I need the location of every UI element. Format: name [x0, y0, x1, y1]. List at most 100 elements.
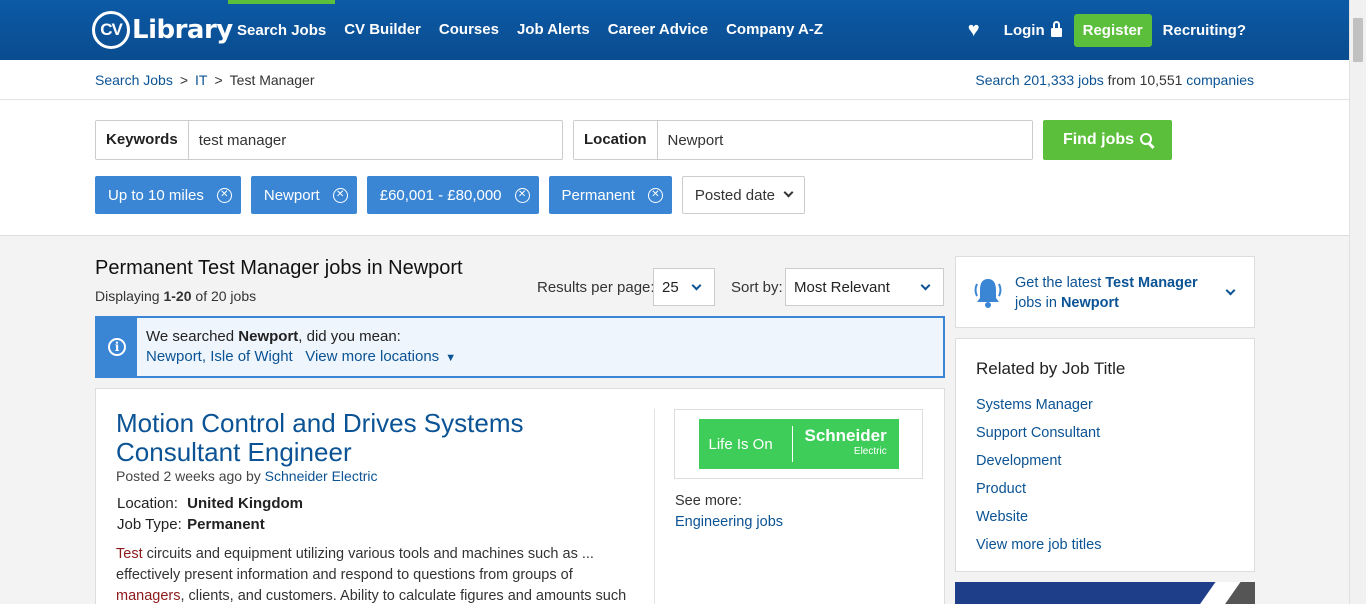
chevron-down-icon: [783, 187, 794, 197]
engineering-jobs-link[interactable]: Engineering jobs: [675, 514, 783, 530]
job-location-row: Location: United Kingdom: [117, 493, 303, 514]
breadcrumb-it[interactable]: IT: [195, 72, 207, 88]
remove-filter-icon[interactable]: ✕: [216, 187, 232, 203]
register-button[interactable]: Register: [1073, 13, 1152, 47]
highlight-term: managers: [116, 588, 181, 604]
location-label: Location: [574, 121, 658, 159]
related-link[interactable]: Product: [976, 475, 1101, 503]
find-jobs-button[interactable]: Find jobs: [1043, 120, 1172, 160]
related-link[interactable]: Development: [976, 447, 1101, 475]
breadcrumb: Search Jobs > IT > Test Manager: [95, 72, 314, 88]
filter-chip-salary[interactable]: £60,001 - £80,000 ✕: [366, 176, 539, 214]
scrollbar-thumb[interactable]: [1353, 18, 1363, 62]
related-link[interactable]: Systems Manager: [976, 391, 1101, 419]
filter-chips: Up to 10 miles ✕ Newport ✕ £60,001 - £80,0…: [95, 176, 805, 214]
notice-term: Newport: [238, 328, 299, 345]
results-per-page-select[interactable]: 25: [653, 268, 715, 306]
company-link[interactable]: Schneider Electric: [265, 468, 378, 484]
remove-filter-icon[interactable]: ✕: [647, 187, 663, 203]
keywords-label: Keywords: [96, 121, 189, 159]
related-title: Related by Job Title: [976, 359, 1126, 378]
nav-search-jobs[interactable]: Search Jobs: [228, 0, 336, 60]
card-divider: [654, 409, 655, 604]
location-value: United Kingdom: [187, 495, 303, 512]
logo-brand: Schneider Electric: [793, 427, 887, 460]
search-panel: Keywords Location Find jobs Up to 10 mil…: [0, 100, 1349, 236]
notice-text: We searched Newport, did you mean: Newpo…: [137, 318, 465, 376]
main-nav: Search Jobs CV Builder Courses Job Alert…: [228, 0, 832, 60]
job-title-link[interactable]: Motion Control and Drives Systems Consul…: [116, 409, 616, 467]
see-more: See more: Engineering jobs: [675, 491, 783, 533]
results-per-page-label: Results per page:: [537, 279, 655, 296]
sort-by-value: Most Relevant: [794, 278, 890, 296]
job-description: Test circuits and equipment utilizing va…: [116, 544, 636, 604]
filter-chip-distance[interactable]: Up to 10 miles ✕: [95, 176, 241, 214]
breadcrumb-separator: >: [214, 72, 223, 88]
results-count-prefix: Displaying: [95, 288, 164, 304]
see-more-label: See more:: [675, 493, 742, 509]
description-text: , clients, and customers. Ability to cal…: [180, 588, 627, 604]
job-alert-text: Get the latest Test Manager jobs in Newp…: [1015, 273, 1215, 313]
results-per-page-value: 25: [662, 278, 679, 296]
stats-jobs-link[interactable]: 201,333 jobs: [1024, 72, 1104, 88]
view-more-locations-link[interactable]: View more locations: [305, 348, 439, 365]
nav-job-alerts[interactable]: Job Alerts: [508, 0, 599, 60]
results-range: 1-20: [163, 288, 192, 304]
posted-date-dropdown[interactable]: Posted date: [681, 176, 805, 214]
nav-courses[interactable]: Courses: [430, 0, 508, 60]
chevron-down-icon: [920, 280, 931, 291]
location-input[interactable]: [657, 121, 1032, 159]
stats-companies-link[interactable]: companies: [1186, 72, 1254, 88]
location-suggestion-notice: i We searched Newport, did you mean: New…: [95, 316, 945, 378]
account-nav: ♥ Login Register Recruiting?: [968, 0, 1246, 60]
job-type-key: Job Type:: [117, 516, 182, 533]
remove-filter-icon[interactable]: ✕: [332, 187, 348, 203]
related-link[interactable]: Support Consultant: [976, 419, 1101, 447]
notice-suffix: , did you mean:: [298, 328, 401, 345]
sort-by-select[interactable]: Most Relevant: [785, 268, 944, 306]
nav-company-a-z[interactable]: Company A-Z: [717, 0, 832, 60]
description-text: circuits and equipment utilizing various…: [116, 546, 594, 583]
login-link[interactable]: Login: [1004, 20, 1062, 39]
job-meta: Location: United Kingdom Job Type: Perma…: [117, 493, 303, 535]
heart-icon[interactable]: ♥: [968, 19, 990, 42]
sort-by-label: Sort by:: [731, 279, 783, 296]
alert-prefix: Get the latest: [1015, 275, 1106, 291]
info-icon: i: [108, 338, 126, 356]
chip-label: Newport: [263, 186, 320, 204]
logo-wordmark: Library: [132, 15, 233, 45]
breadcrumb-current: Test Manager: [229, 72, 315, 88]
job-alert-box[interactable]: Get the latest Test Manager jobs in Newp…: [955, 256, 1255, 328]
remove-filter-icon[interactable]: ✕: [514, 187, 530, 203]
find-jobs-label: Find jobs: [1062, 131, 1135, 148]
page-scrollbar[interactable]: [1349, 0, 1366, 604]
schneider-electric-logo: Life Is On Schneider Electric: [698, 419, 899, 469]
filter-chip-location[interactable]: Newport ✕: [250, 176, 357, 214]
logo-tagline: Life Is On: [709, 426, 793, 462]
posted-prefix: Posted 2 weeks ago by: [116, 468, 265, 484]
chevron-down-icon: [691, 280, 702, 291]
keywords-input[interactable]: [188, 121, 562, 159]
nav-career-advice[interactable]: Career Advice: [599, 0, 717, 60]
related-link[interactable]: Website: [976, 503, 1101, 531]
suggested-location-link[interactable]: Newport, Isle of Wight: [146, 348, 293, 365]
related-list: Systems Manager Support Consultant Devel…: [976, 391, 1101, 559]
caret-down-icon[interactable]: ▼: [445, 348, 456, 368]
chip-label: £60,001 - £80,000: [379, 186, 502, 204]
view-more-job-titles-link[interactable]: View more job titles: [976, 531, 1101, 559]
alert-mid: jobs in: [1015, 295, 1061, 311]
breadcrumb-search-jobs[interactable]: Search Jobs: [95, 72, 173, 88]
nav-cv-builder[interactable]: CV Builder: [335, 0, 430, 60]
logo-cv-mark: CV: [92, 11, 130, 49]
company-logo-box[interactable]: Life Is On Schneider Electric: [674, 409, 923, 479]
related-job-titles: Related by Job Title Systems Manager Sup…: [955, 338, 1255, 572]
chip-label: Up to 10 miles: [108, 186, 204, 204]
filter-chip-job-type[interactable]: Permanent ✕: [548, 176, 672, 214]
breadcrumb-separator: >: [179, 72, 189, 88]
recruiting-link[interactable]: Recruiting?: [1163, 22, 1246, 39]
advert-banner[interactable]: [955, 582, 1255, 604]
alert-location: Newport: [1060, 295, 1119, 311]
cv-library-logo[interactable]: CV Library: [92, 10, 233, 50]
chevron-down-icon[interactable]: [1225, 285, 1236, 296]
results-count-suffix: of 20 jobs: [191, 288, 257, 304]
